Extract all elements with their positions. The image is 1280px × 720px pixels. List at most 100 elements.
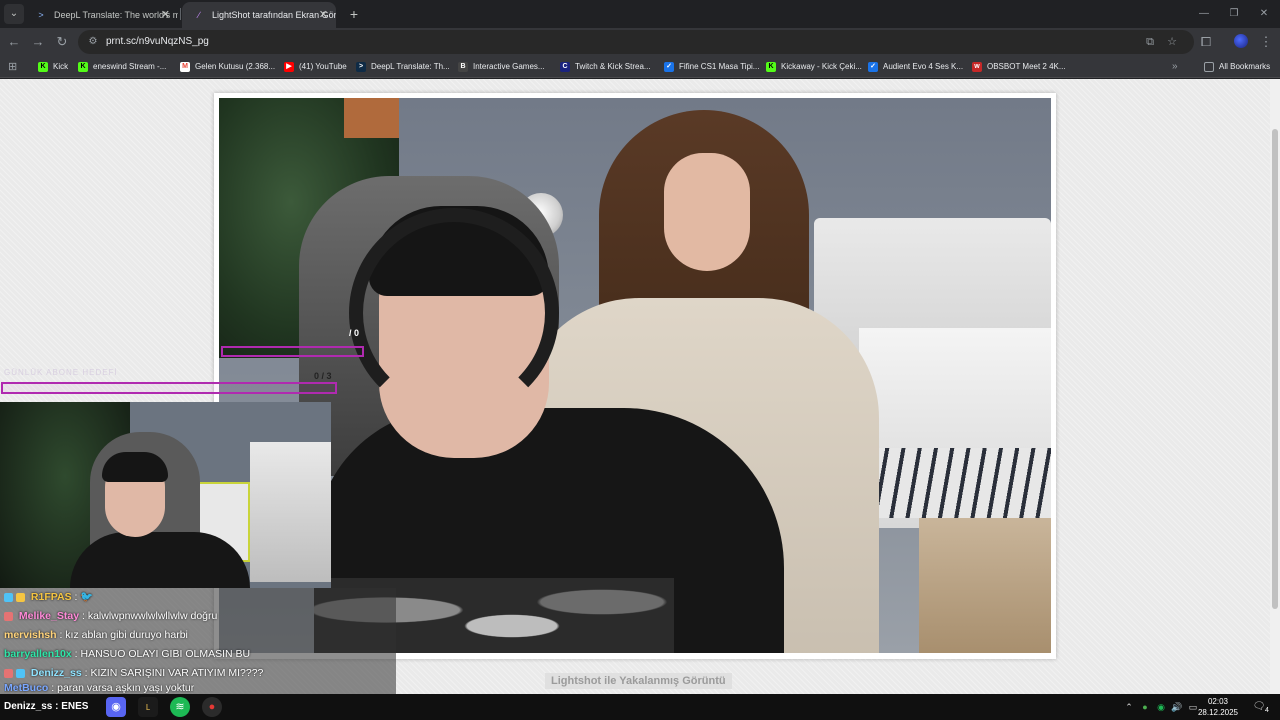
close-window-icon[interactable]: ✕: [1248, 0, 1280, 28]
address-bar[interactable]: ⚙ prnt.sc/n9vuNqzNS_pg ⧉ ☆: [78, 30, 1194, 54]
deepl-icon: >: [38, 10, 44, 20]
all-bookmarks-label: All Bookmarks: [1219, 62, 1271, 71]
bookmark-kick[interactable]: K Kick: [38, 56, 68, 78]
bookmark-label: Kick: [53, 62, 69, 71]
chat-separator: :: [79, 610, 88, 622]
chat-message: barryallen10x : HANSUO OLAYI GIBI OLMASI…: [4, 645, 250, 664]
deepl-icon: >: [356, 61, 366, 72]
striped-blanket: [869, 448, 1051, 518]
goal-progress-bar: [1, 382, 337, 394]
lightshot-caption: Lightshot ile Yakalanmış Görüntü: [545, 673, 732, 689]
kick-icon: K: [78, 61, 88, 72]
spotify-icon[interactable]: ≋: [170, 697, 190, 717]
chat-username: Melike_Stay: [18, 610, 80, 622]
streamer-body: [70, 532, 250, 588]
chat-message: Denizz_ss : KIZIN SARIŞINI VAR ATIYIM MI…: [4, 664, 263, 683]
bookmark-fifine[interactable]: ✓ Fifine CS1 Masa Tipi...: [664, 56, 759, 78]
chat-text: kalwlwpnwwlwlwllwlw doğru: [87, 610, 218, 622]
browser-toolbar: ← → ↻ ⚙ prnt.sc/n9vuNqzNS_pg ⧉ ☆ ⧠ ⋮: [0, 28, 1280, 56]
tray-expand-icon[interactable]: ⌃: [1122, 700, 1136, 714]
badge-icon: [4, 668, 13, 678]
overlay-counter: / 0: [349, 328, 360, 338]
reload-icon[interactable]: ↻: [52, 32, 72, 52]
chat-username: R1FPAS: [30, 591, 72, 603]
spotify-tray-icon[interactable]: ◉: [1154, 700, 1168, 714]
green-status-icon[interactable]: ●: [1138, 700, 1152, 714]
bookmark-label: Audient Evo 4 Ses K...: [883, 62, 964, 71]
menu-icon[interactable]: ⋮: [1256, 32, 1276, 52]
more-bookmarks-icon[interactable]: »: [1172, 56, 1178, 78]
close-icon[interactable]: ✕: [161, 2, 170, 28]
bookmark-twitch-kick[interactable]: C Twitch & Kick Strea...: [560, 56, 651, 78]
bookmark-deepl[interactable]: > DeepL Translate: Th...: [356, 56, 450, 78]
chat-text: kız ablan gibi duruyo harbi: [65, 629, 188, 641]
bookmark-label: Interactive Games...: [473, 62, 545, 71]
bookmark-label: (41) YouTube: [299, 62, 347, 71]
kick-icon: K: [38, 61, 48, 72]
apps-grid-icon[interactable]: ⊞: [8, 56, 17, 78]
site-info-icon[interactable]: ⚙: [86, 35, 100, 49]
windows-taskbar: Denizz_ss : ENES ◉ ʟ ≋ ● ⌃ ● ◉ 🔊 ▭ 02:03…: [0, 694, 1280, 720]
chat-separator: :: [48, 683, 58, 694]
bookmark-label: eneswind Stream -...: [93, 62, 167, 71]
chat-username: Denizz_ss: [30, 667, 82, 679]
clock-date: 28.12.2025: [1197, 708, 1239, 717]
restore-icon[interactable]: ❐: [1218, 0, 1250, 28]
discord-icon[interactable]: ◉: [106, 697, 126, 717]
bed: [250, 442, 331, 582]
volume-icon[interactable]: 🔊: [1170, 700, 1184, 714]
clock-time: 02:03: [1207, 697, 1229, 706]
back-icon[interactable]: ←: [4, 32, 24, 52]
folder-icon: [1204, 61, 1214, 72]
floor: [919, 518, 1051, 653]
minimize-icon[interactable]: —: [1188, 0, 1220, 28]
cast-icon[interactable]: ⧉: [1142, 34, 1158, 50]
bookmark-star-icon[interactable]: ☆: [1164, 34, 1180, 50]
league-icon[interactable]: ʟ: [138, 697, 158, 717]
url-text[interactable]: prnt.sc/n9vuNqzNS_pg: [106, 30, 209, 54]
goal-count: 0 / 3: [314, 371, 332, 381]
obs-icon[interactable]: ●: [202, 697, 222, 717]
bookmark-obsbot[interactable]: w OBSBOT Meet 2 4K...: [972, 56, 1066, 78]
bookmark-label: DeepL Translate: Th...: [371, 62, 450, 71]
bookmark-label: Fifine CS1 Masa Tipi...: [679, 62, 760, 71]
tab-separator: [180, 8, 181, 20]
profile-avatar[interactable]: [1234, 34, 1248, 48]
close-icon[interactable]: ✕: [319, 2, 328, 28]
page-scrollbar[interactable]: [1270, 79, 1280, 694]
stream-goal-overlay: [221, 346, 364, 357]
scroll-thumb[interactable]: [1272, 129, 1278, 609]
all-bookmarks[interactable]: All Bookmarks: [1204, 56, 1270, 78]
screenshot-image[interactable]: / 0: [219, 98, 1051, 653]
badge-icon: [16, 668, 25, 678]
chat-message: R1FPAS : 🐦: [4, 588, 93, 607]
gmail-icon: M: [180, 61, 190, 72]
screenshot-frame: / 0: [214, 93, 1056, 659]
tab-strip: ⌄ > DeepL Translate: The world's most ac…: [0, 0, 1280, 28]
tab-lightshot[interactable]: ∕ LightShot tarafından Ekran Görüntüsü ✕: [182, 2, 336, 28]
forward-icon[interactable]: →: [28, 32, 48, 52]
chat-overlay: R1FPAS : 🐦 Melike_Stay : kalwlwpnwwlwlwl…: [0, 588, 396, 694]
tab-title: DeepL Translate: The world's most accura…: [54, 10, 178, 20]
bookmark-audient[interactable]: ✓ Audient Evo 4 Ses K...: [868, 56, 963, 78]
tab-title: LightShot tarafından Ekran Görüntüsü: [212, 10, 336, 20]
notification-count: 4: [1265, 707, 1269, 714]
bookmark-youtube[interactable]: ▶ (41) YouTube: [284, 56, 347, 78]
streamer-hair: [102, 452, 168, 482]
bookmark-label: Gelen Kutusu (2.368...: [195, 62, 276, 71]
system-clock[interactable]: 02:03 28.12.2025: [1196, 696, 1240, 718]
bookmark-eneswind[interactable]: Keneswind Stream -...: [78, 56, 166, 78]
check-icon: ✓: [868, 61, 878, 72]
bookmark-kickaway[interactable]: K Kickaway - Kick Çeki...: [766, 56, 862, 78]
chat-message: MetBuco : paran varsa aşkın yaşı yoktur: [4, 683, 194, 694]
bookmark-interactive-games[interactable]: B Interactive Games...: [458, 56, 545, 78]
youtube-icon: ▶: [284, 61, 294, 72]
tab-deepl[interactable]: > DeepL Translate: The world's most accu…: [24, 2, 178, 28]
emote-icon: 🐦: [80, 591, 94, 603]
chat-text: paran varsa aşkın yaşı yoktur: [57, 683, 195, 694]
new-tab-button[interactable]: +: [344, 4, 364, 24]
extensions-icon[interactable]: ⧠: [1196, 32, 1216, 52]
check-icon: ✓: [664, 61, 674, 72]
bookmark-gmail[interactable]: M Gelen Kutusu (2.368...: [180, 56, 275, 78]
tab-search-icon[interactable]: ⌄: [4, 4, 24, 24]
